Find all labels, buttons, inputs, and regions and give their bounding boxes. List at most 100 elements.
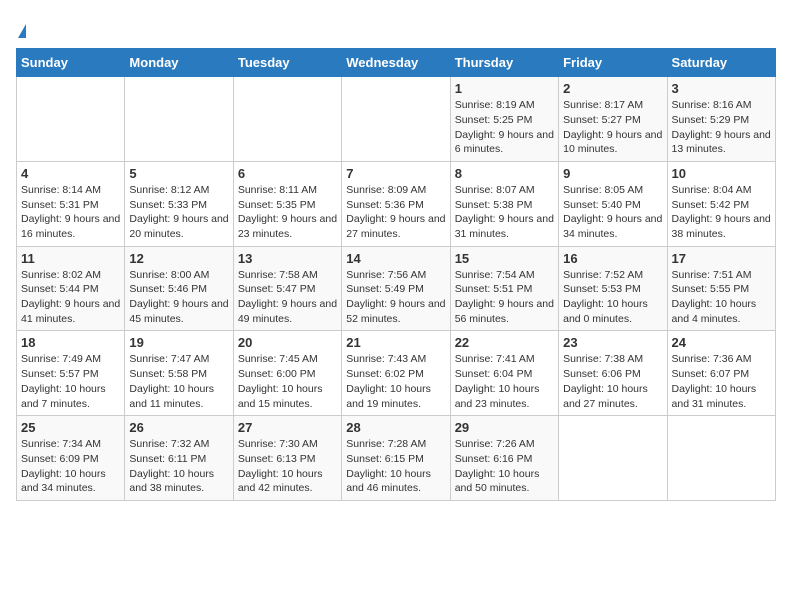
calendar-cell: 26 Sunrise: 7:32 AM Sunset: 6:11 PM Dayli… <box>125 416 233 501</box>
day-number: 28 <box>346 420 445 435</box>
day-info: Sunrise: 7:52 AM Sunset: 5:53 PM Dayligh… <box>563 268 662 327</box>
calendar-cell: 17 Sunrise: 7:51 AM Sunset: 5:55 PM Dayli… <box>667 246 775 331</box>
day-number: 25 <box>21 420 120 435</box>
calendar-cell: 5 Sunrise: 8:12 AM Sunset: 5:33 PM Daylig… <box>125 161 233 246</box>
day-info: Sunrise: 8:07 AM Sunset: 5:38 PM Dayligh… <box>455 183 554 242</box>
calendar-cell: 4 Sunrise: 8:14 AM Sunset: 5:31 PM Daylig… <box>17 161 125 246</box>
day-info: Sunrise: 8:02 AM Sunset: 5:44 PM Dayligh… <box>21 268 120 327</box>
calendar-cell <box>17 77 125 162</box>
weekday-header-wednesday: Wednesday <box>342 49 450 77</box>
day-info: Sunrise: 8:16 AM Sunset: 5:29 PM Dayligh… <box>672 98 771 157</box>
calendar-cell: 24 Sunrise: 7:36 AM Sunset: 6:07 PM Dayli… <box>667 331 775 416</box>
calendar-cell: 12 Sunrise: 8:00 AM Sunset: 5:46 PM Dayli… <box>125 246 233 331</box>
day-info: Sunrise: 7:34 AM Sunset: 6:09 PM Dayligh… <box>21 437 120 496</box>
calendar-cell <box>125 77 233 162</box>
calendar-cell: 16 Sunrise: 7:52 AM Sunset: 5:53 PM Dayli… <box>559 246 667 331</box>
weekday-header-row: SundayMondayTuesdayWednesdayThursdayFrid… <box>17 49 776 77</box>
day-info: Sunrise: 7:38 AM Sunset: 6:06 PM Dayligh… <box>563 352 662 411</box>
day-number: 27 <box>238 420 337 435</box>
day-number: 4 <box>21 166 120 181</box>
day-number: 16 <box>563 251 662 266</box>
calendar-cell: 6Sunrise: 8:11 AM Sunset: 5:35 PM Daylig… <box>233 161 341 246</box>
calendar-cell: 15 Sunrise: 7:54 AM Sunset: 5:51 PM Dayli… <box>450 246 558 331</box>
calendar-cell: 29 Sunrise: 7:26 AM Sunset: 6:16 PM Dayli… <box>450 416 558 501</box>
day-number: 10 <box>672 166 771 181</box>
calendar-cell: 7 Sunrise: 8:09 AM Sunset: 5:36 PM Daylig… <box>342 161 450 246</box>
calendar-cell: 14 Sunrise: 7:56 AM Sunset: 5:49 PM Dayli… <box>342 246 450 331</box>
day-info: Sunrise: 7:43 AM Sunset: 6:02 PM Dayligh… <box>346 352 445 411</box>
day-number: 20 <box>238 335 337 350</box>
day-info: Sunrise: 8:04 AM Sunset: 5:42 PM Dayligh… <box>672 183 771 242</box>
calendar-week-5: 25 Sunrise: 7:34 AM Sunset: 6:09 PM Dayli… <box>17 416 776 501</box>
logo <box>16 16 26 40</box>
calendar-week-3: 11 Sunrise: 8:02 AM Sunset: 5:44 PM Dayli… <box>17 246 776 331</box>
calendar-cell <box>233 77 341 162</box>
day-number: 22 <box>455 335 554 350</box>
day-number: 12 <box>129 251 228 266</box>
day-info: Sunrise: 7:49 AM Sunset: 5:57 PM Dayligh… <box>21 352 120 411</box>
calendar-cell: 3Sunrise: 8:16 AM Sunset: 5:29 PM Daylig… <box>667 77 775 162</box>
day-number: 19 <box>129 335 228 350</box>
calendar-cell: 11 Sunrise: 8:02 AM Sunset: 5:44 PM Dayli… <box>17 246 125 331</box>
calendar-cell: 23 Sunrise: 7:38 AM Sunset: 6:06 PM Dayli… <box>559 331 667 416</box>
day-info: Sunrise: 7:45 AM Sunset: 6:00 PM Dayligh… <box>238 352 337 411</box>
calendar-cell: 28Sunrise: 7:28 AM Sunset: 6:15 PM Dayli… <box>342 416 450 501</box>
day-number: 7 <box>346 166 445 181</box>
day-info: Sunrise: 8:09 AM Sunset: 5:36 PM Dayligh… <box>346 183 445 242</box>
day-info: Sunrise: 8:19 AM Sunset: 5:25 PM Dayligh… <box>455 98 554 157</box>
logo-icon <box>18 24 26 38</box>
day-number: 21 <box>346 335 445 350</box>
calendar-table: SundayMondayTuesdayWednesdayThursdayFrid… <box>16 48 776 501</box>
day-number: 23 <box>563 335 662 350</box>
calendar-cell: 13 Sunrise: 7:58 AM Sunset: 5:47 PM Dayli… <box>233 246 341 331</box>
day-info: Sunrise: 8:12 AM Sunset: 5:33 PM Dayligh… <box>129 183 228 242</box>
day-number: 17 <box>672 251 771 266</box>
day-info: Sunrise: 8:11 AM Sunset: 5:35 PM Dayligh… <box>238 183 337 242</box>
calendar-cell: 8 Sunrise: 8:07 AM Sunset: 5:38 PM Daylig… <box>450 161 558 246</box>
calendar-cell: 21 Sunrise: 7:43 AM Sunset: 6:02 PM Dayli… <box>342 331 450 416</box>
day-info: Sunrise: 8:17 AM Sunset: 5:27 PM Dayligh… <box>563 98 662 157</box>
day-number: 15 <box>455 251 554 266</box>
weekday-header-thursday: Thursday <box>450 49 558 77</box>
day-number: 24 <box>672 335 771 350</box>
calendar-cell: 10 Sunrise: 8:04 AM Sunset: 5:42 PM Dayli… <box>667 161 775 246</box>
calendar-cell: 22 Sunrise: 7:41 AM Sunset: 6:04 PM Dayli… <box>450 331 558 416</box>
day-info: Sunrise: 8:14 AM Sunset: 5:31 PM Dayligh… <box>21 183 120 242</box>
calendar-cell <box>559 416 667 501</box>
day-info: Sunrise: 7:26 AM Sunset: 6:16 PM Dayligh… <box>455 437 554 496</box>
day-number: 2 <box>563 81 662 96</box>
day-number: 14 <box>346 251 445 266</box>
day-number: 8 <box>455 166 554 181</box>
day-number: 13 <box>238 251 337 266</box>
calendar-cell: 27 Sunrise: 7:30 AM Sunset: 6:13 PM Dayli… <box>233 416 341 501</box>
calendar-week-2: 4 Sunrise: 8:14 AM Sunset: 5:31 PM Daylig… <box>17 161 776 246</box>
day-info: Sunrise: 7:56 AM Sunset: 5:49 PM Dayligh… <box>346 268 445 327</box>
calendar-cell: 2 Sunrise: 8:17 AM Sunset: 5:27 PM Daylig… <box>559 77 667 162</box>
day-number: 26 <box>129 420 228 435</box>
header <box>16 16 776 40</box>
day-info: Sunrise: 7:47 AM Sunset: 5:58 PM Dayligh… <box>129 352 228 411</box>
calendar-cell: 20 Sunrise: 7:45 AM Sunset: 6:00 PM Dayli… <box>233 331 341 416</box>
calendar-cell <box>342 77 450 162</box>
calendar-header: SundayMondayTuesdayWednesdayThursdayFrid… <box>17 49 776 77</box>
weekday-header-friday: Friday <box>559 49 667 77</box>
day-info: Sunrise: 8:00 AM Sunset: 5:46 PM Dayligh… <box>129 268 228 327</box>
weekday-header-saturday: Saturday <box>667 49 775 77</box>
day-info: Sunrise: 7:58 AM Sunset: 5:47 PM Dayligh… <box>238 268 337 327</box>
day-info: Sunrise: 7:51 AM Sunset: 5:55 PM Dayligh… <box>672 268 771 327</box>
day-info: Sunrise: 7:30 AM Sunset: 6:13 PM Dayligh… <box>238 437 337 496</box>
calendar-body: 1Sunrise: 8:19 AM Sunset: 5:25 PM Daylig… <box>17 77 776 501</box>
day-number: 9 <box>563 166 662 181</box>
day-info: Sunrise: 7:36 AM Sunset: 6:07 PM Dayligh… <box>672 352 771 411</box>
weekday-header-monday: Monday <box>125 49 233 77</box>
calendar-cell: 9Sunrise: 8:05 AM Sunset: 5:40 PM Daylig… <box>559 161 667 246</box>
day-number: 11 <box>21 251 120 266</box>
day-info: Sunrise: 7:41 AM Sunset: 6:04 PM Dayligh… <box>455 352 554 411</box>
day-info: Sunrise: 7:32 AM Sunset: 6:11 PM Dayligh… <box>129 437 228 496</box>
calendar-cell: 1Sunrise: 8:19 AM Sunset: 5:25 PM Daylig… <box>450 77 558 162</box>
calendar-cell: 18Sunrise: 7:49 AM Sunset: 5:57 PM Dayli… <box>17 331 125 416</box>
calendar-cell: 25 Sunrise: 7:34 AM Sunset: 6:09 PM Dayli… <box>17 416 125 501</box>
day-number: 29 <box>455 420 554 435</box>
day-number: 5 <box>129 166 228 181</box>
day-info: Sunrise: 7:54 AM Sunset: 5:51 PM Dayligh… <box>455 268 554 327</box>
